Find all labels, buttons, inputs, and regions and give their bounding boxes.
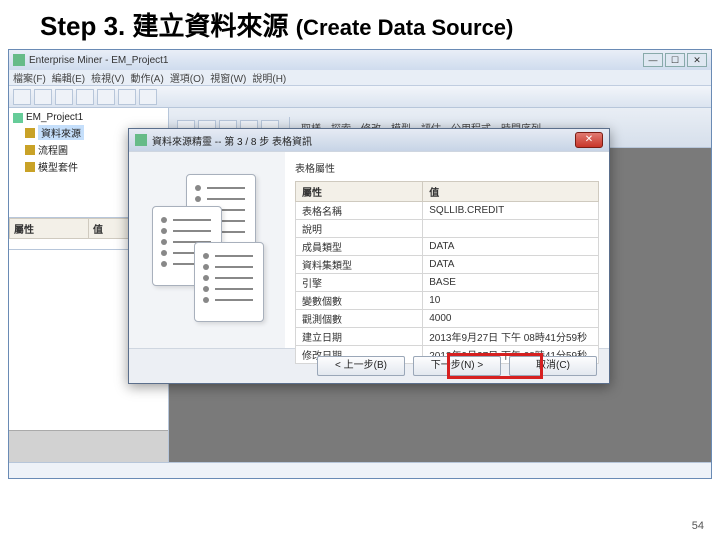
- wizard-close-button[interactable]: ✕: [575, 132, 603, 148]
- table-row: 成員類型DATA: [296, 238, 599, 256]
- folder-icon: [25, 145, 35, 155]
- table-row: 觀測個數4000: [296, 310, 599, 328]
- wizard-icon: [135, 134, 147, 146]
- back-button[interactable]: < 上一步(B): [317, 356, 405, 376]
- wizard-artwork: [129, 152, 285, 348]
- app-title: Enterprise Miner - EM_Project1: [29, 55, 169, 66]
- step-label: Step 3.: [40, 11, 125, 41]
- table-row: 建立日期2013年9月27日 下午 08時41分59秒: [296, 328, 599, 346]
- app-icon: [13, 54, 25, 66]
- table-row: 變數個數10: [296, 292, 599, 310]
- project-icon: [13, 113, 23, 123]
- statusbar: [9, 462, 711, 478]
- toolbar-button[interactable]: [13, 89, 31, 105]
- props-header-name: 屬性: [10, 219, 89, 239]
- toolbar-button[interactable]: [97, 89, 115, 105]
- wizard-title: 資料來源精靈 -- 第 3 / 8 步 表格資訊: [152, 133, 312, 148]
- folder-icon: [25, 128, 35, 138]
- close-button[interactable]: ✕: [687, 53, 707, 67]
- toolbar-button[interactable]: [55, 89, 73, 105]
- title-cn: 建立資料來源: [132, 12, 288, 41]
- wiz-th-name: 屬性: [296, 182, 423, 202]
- menu-edit[interactable]: 編輯(E): [52, 70, 85, 85]
- tree-root[interactable]: EM_Project1: [26, 112, 83, 123]
- table-row: 資料集類型DATA: [296, 256, 599, 274]
- menubar: 檔案(F) 編輯(E) 檢視(V) 動作(A) 選項(O) 視窗(W) 說明(H…: [9, 70, 711, 86]
- page-number: 54: [692, 520, 704, 532]
- folder-icon: [25, 162, 35, 172]
- cancel-button[interactable]: 取消(C): [509, 356, 597, 376]
- wizard-titlebar[interactable]: 資料來源精靈 -- 第 3 / 8 步 表格資訊 ✕: [129, 129, 609, 151]
- minimize-button[interactable]: —: [643, 53, 663, 67]
- toolbar-button[interactable]: [139, 89, 157, 105]
- toolbar-button[interactable]: [34, 89, 52, 105]
- tree-modelpkgs[interactable]: 模型套件: [38, 159, 78, 174]
- title-en: (Create Data Source): [296, 15, 514, 40]
- table-row: 說明: [296, 220, 599, 238]
- menu-options[interactable]: 選項(O): [170, 70, 204, 85]
- menu-window[interactable]: 視窗(W): [210, 70, 246, 85]
- sheet-icon: [194, 242, 264, 322]
- maximize-button[interactable]: ☐: [665, 53, 685, 67]
- wizard-section-label: 表格屬性: [295, 160, 599, 175]
- next-button[interactable]: 下一步(N) >: [413, 356, 501, 376]
- wiz-th-value: 值: [423, 182, 599, 202]
- wizard-properties-table: 屬性 值 表格名稱SQLLIB.CREDIT 說明 成員類型DATA 資料集類型…: [295, 181, 599, 364]
- table-row: 引擎BASE: [296, 274, 599, 292]
- tree-diagrams[interactable]: 流程圖: [38, 142, 68, 157]
- slide-title: Step 3. 建立資料來源 (Create Data Source): [0, 0, 720, 47]
- table-row: 表格名稱SQLLIB.CREDIT: [296, 202, 599, 220]
- toolbar-button[interactable]: [76, 89, 94, 105]
- app-toolbar: [9, 86, 711, 108]
- datasource-wizard: 資料來源精靈 -- 第 3 / 8 步 表格資訊 ✕ 表格屬性 屬性 值 表格名…: [128, 128, 610, 384]
- menu-view[interactable]: 檢視(V): [91, 70, 124, 85]
- menu-action[interactable]: 動作(A): [130, 70, 163, 85]
- toolbar-button[interactable]: [118, 89, 136, 105]
- menu-file[interactable]: 檔案(F): [13, 70, 46, 85]
- menu-help[interactable]: 說明(H): [252, 70, 286, 85]
- app-titlebar: Enterprise Miner - EM_Project1 — ☐ ✕: [9, 50, 711, 70]
- tree-datasources[interactable]: 資料來源: [38, 125, 84, 140]
